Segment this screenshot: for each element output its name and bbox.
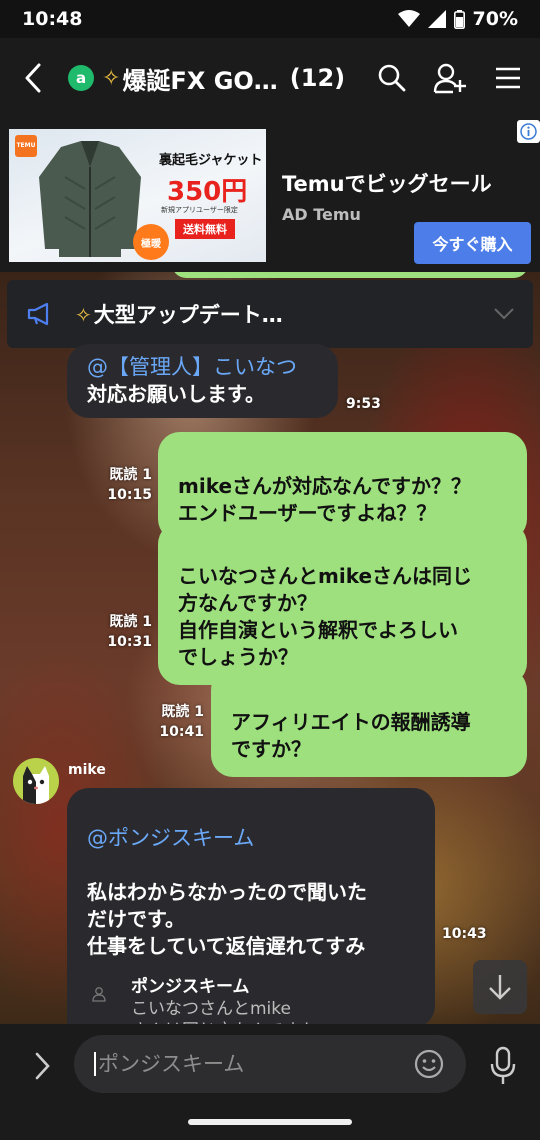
reply-text: こいなつさんとmike さんは同じ方なんですか bbox=[131, 999, 317, 1024]
message-bubble[interactable]: アフィリエイトの報酬誘導 ですか？ bbox=[211, 668, 527, 777]
add-friend-button[interactable] bbox=[432, 60, 468, 96]
ad-note: 新規アプリユーザー限定 bbox=[161, 206, 238, 214]
battery-percent: 70% bbox=[472, 8, 518, 30]
voice-button[interactable] bbox=[483, 1043, 523, 1089]
ad-title[interactable]: Temuでビッグセール bbox=[282, 168, 492, 198]
megaphone-icon bbox=[27, 299, 57, 329]
jacket-image bbox=[39, 141, 141, 257]
chat-title[interactable]: ✧ 爆誕FX GO… (12) bbox=[102, 61, 345, 96]
announcement-label: 大型アップデート… bbox=[93, 303, 283, 327]
sender-name: mike bbox=[68, 762, 106, 778]
message-time: 10:41 bbox=[159, 724, 204, 740]
member-count: (12) bbox=[289, 64, 346, 92]
add-friend-icon bbox=[433, 63, 466, 94]
ad-badge: 極暖 bbox=[133, 224, 169, 260]
message-meta: 既読 1 10:31 bbox=[100, 612, 152, 652]
read-receipt: 既読 1 bbox=[109, 467, 152, 483]
ad-label: AD Temu bbox=[282, 205, 361, 224]
microphone-icon bbox=[490, 1046, 516, 1084]
ad-banner[interactable]: TEMU 裏起毛ジャケット 350円 新規アプリユーザー限定 送料無料 極暖 T… bbox=[0, 118, 540, 272]
avatar[interactable] bbox=[13, 758, 59, 804]
chevron-down-icon[interactable] bbox=[493, 307, 515, 321]
chat-title-text: 爆誕FX GO… bbox=[122, 66, 278, 95]
message-time: 9:53 bbox=[346, 396, 381, 412]
read-receipt: 既読 1 bbox=[109, 614, 152, 630]
message-text: 対応お願いします。 bbox=[87, 382, 265, 406]
back-arrow-icon bbox=[25, 63, 41, 93]
battery-icon bbox=[453, 9, 465, 29]
ad-image[interactable]: TEMU 裏起毛ジャケット 350円 新規アプリユーザー限定 送料無料 極暖 bbox=[9, 129, 266, 262]
message-text: mikeさんが対応なんですか？？ エンドユーザーですよね？？ bbox=[178, 474, 472, 525]
search-button[interactable] bbox=[374, 60, 410, 96]
message-bubble[interactable]: @【管理人】こいなつ 対応お願いします。 bbox=[67, 344, 338, 418]
signal-icon bbox=[427, 10, 446, 28]
chat-header: a ✧ 爆誕FX GO… (12) bbox=[0, 38, 540, 118]
emoji-icon bbox=[414, 1049, 444, 1079]
scroll-to-bottom-button[interactable] bbox=[473, 960, 527, 1014]
reply-name: ポンジスキーム bbox=[131, 977, 250, 997]
message-meta: 既読 1 10:15 bbox=[100, 465, 152, 505]
read-receipt: 既読 1 bbox=[161, 704, 204, 720]
ad-shipping: 送料無料 bbox=[175, 219, 235, 239]
status-time: 10:48 bbox=[22, 8, 83, 30]
mention[interactable]: @【管理人】こいなつ bbox=[87, 354, 318, 381]
buy-now-button[interactable]: 今すぐ購入 bbox=[414, 222, 531, 264]
navigation-bar bbox=[0, 1104, 540, 1140]
wifi-icon bbox=[397, 10, 420, 28]
home-indicator[interactable] bbox=[188, 1119, 352, 1125]
ad-product-name: 裏起毛ジャケット bbox=[159, 153, 263, 168]
reply-preview[interactable]: ポンジスキーム こいなつさんとmike さんは同じ方なんですか bbox=[67, 962, 333, 1024]
sparkle-icon: ✧ bbox=[102, 65, 121, 91]
message-meta: 既読 1 10:41 bbox=[152, 702, 204, 742]
message-input-wrapper[interactable] bbox=[74, 1035, 466, 1093]
message-time: 10:15 bbox=[107, 487, 152, 503]
message-time: 10:43 bbox=[442, 926, 487, 942]
announcement-text: ✧大型アップデート… bbox=[75, 299, 493, 329]
chevron-right-icon bbox=[35, 1052, 50, 1080]
menu-icon bbox=[496, 67, 520, 89]
message-text: アフィリエイトの報酬誘導 ですか？ bbox=[231, 710, 471, 761]
menu-button[interactable] bbox=[490, 60, 526, 96]
mention[interactable]: @ポンジスキーム bbox=[87, 825, 415, 852]
cat-avatar-icon bbox=[23, 766, 49, 804]
arrow-down-icon bbox=[489, 975, 511, 1000]
message-bubble[interactable]: こいなつさんとmikeさんは同じ 方なんですか？ 自作自演という解釈でよろしい … bbox=[158, 522, 527, 685]
back-button[interactable] bbox=[24, 56, 60, 100]
ad-price: 350円 bbox=[167, 177, 248, 207]
message-input[interactable] bbox=[94, 1052, 412, 1076]
ad-info-button[interactable] bbox=[517, 120, 540, 143]
message-text: こいなつさんとmikeさんは同じ 方なんですか？ 自作自演という解釈でよろしい … bbox=[178, 564, 473, 669]
search-icon bbox=[378, 64, 406, 92]
emoji-button[interactable] bbox=[412, 1047, 446, 1081]
sparkle-icon: ✧ bbox=[75, 303, 92, 327]
input-bar bbox=[0, 1024, 540, 1104]
expand-button[interactable] bbox=[24, 1044, 60, 1088]
status-bar: 10:48 70% bbox=[0, 0, 540, 38]
chat-area[interactable]: ✧大型アップデート… @【管理人】こいなつ 対応お願いします。 9:53 既読 … bbox=[0, 272, 540, 1024]
announcement-bar[interactable]: ✧大型アップデート… bbox=[7, 280, 533, 348]
message-bubble-partial bbox=[172, 272, 528, 278]
openchat-badge-icon: a bbox=[68, 65, 94, 91]
info-icon bbox=[520, 123, 537, 140]
message-time: 10:31 bbox=[107, 634, 152, 650]
user-icon bbox=[91, 986, 107, 1006]
